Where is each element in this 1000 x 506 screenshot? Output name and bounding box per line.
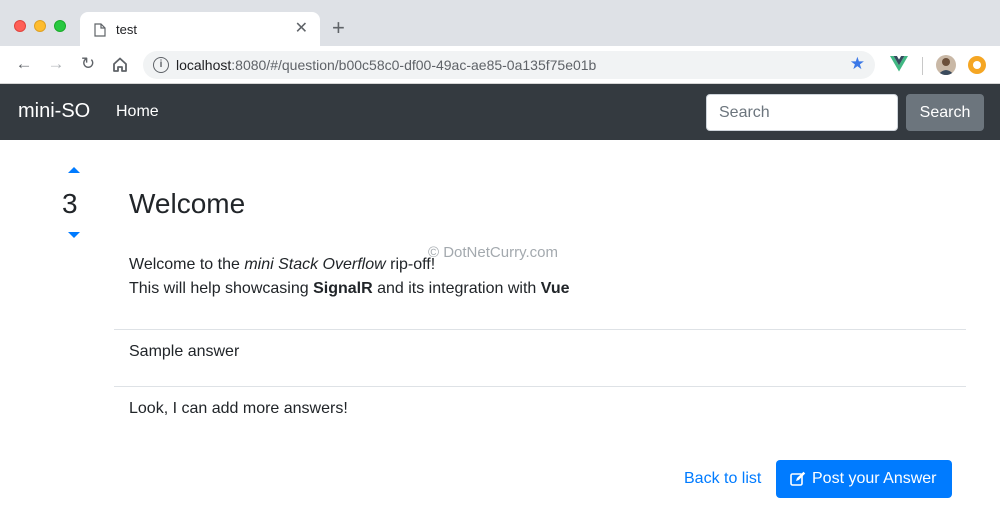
bookmark-star-icon[interactable]: ★ [850, 54, 865, 74]
brand-logo[interactable]: mini-SO [18, 100, 90, 123]
answer-divider [114, 329, 966, 330]
home-icon[interactable] [110, 55, 130, 75]
circle-dot-icon [973, 61, 981, 69]
downvote-arrow-icon[interactable] [68, 232, 80, 238]
browser-toolbar: ← → ↻ i localhost:8080/#/question/b00c58… [0, 46, 1000, 84]
maximize-window-button[interactable] [54, 20, 66, 32]
tab-title: test [116, 22, 137, 37]
app-navbar: mini-SO Home Search [0, 84, 1000, 140]
post-answer-button[interactable]: Post your Answer [776, 460, 952, 498]
new-tab-button[interactable]: + [332, 17, 345, 39]
answer-item: Look, I can add more answers! [129, 400, 348, 417]
url-text[interactable]: localhost:8080/#/question/b00c58c0-df00-… [176, 57, 596, 73]
minimize-window-button[interactable] [34, 20, 46, 32]
document-icon [94, 23, 106, 37]
tab-close-icon[interactable]: ✕ [295, 20, 308, 38]
reload-icon[interactable]: ↻ [78, 54, 98, 74]
info-icon[interactable]: i [153, 57, 169, 73]
upvote-arrow-icon[interactable] [68, 167, 80, 173]
profile-avatar[interactable] [936, 55, 956, 75]
post-answer-label: Post your Answer [812, 470, 937, 487]
tab-bar: test ✕ + [0, 0, 1000, 48]
browser-chrome: test ✕ + ← → ↻ i localhost:8080/#/questi… [0, 0, 1000, 84]
forward-arrow-icon[interactable]: → [46, 54, 66, 74]
extension-icon[interactable] [968, 56, 986, 74]
address-bar[interactable]: i localhost:8080/#/question/b00c58c0-df0… [143, 51, 875, 79]
search-input[interactable] [706, 94, 898, 131]
back-arrow-icon[interactable]: ← [14, 54, 34, 74]
vote-count: 3 [62, 188, 78, 219]
user-icon [938, 58, 954, 75]
vue-devtools-icon[interactable] [890, 56, 908, 72]
close-window-button[interactable] [14, 20, 26, 32]
question-title: Welcome [129, 188, 246, 219]
question-body-line-2: This will help showcasing SignalR and it… [129, 280, 570, 297]
toolbar-separator [922, 57, 923, 75]
nav-home-link[interactable]: Home [116, 103, 159, 121]
edit-icon [790, 471, 806, 486]
watermark: © DotNetCurry.com [428, 244, 558, 261]
answer-item: Sample answer [129, 343, 240, 360]
answer-divider [114, 386, 966, 387]
browser-tab[interactable]: test ✕ [80, 12, 320, 48]
search-button[interactable]: Search [906, 94, 984, 131]
back-to-list-link[interactable]: Back to list [684, 470, 761, 488]
question-page: 3 Welcome Welcome to the mini Stack Over… [0, 140, 1000, 506]
